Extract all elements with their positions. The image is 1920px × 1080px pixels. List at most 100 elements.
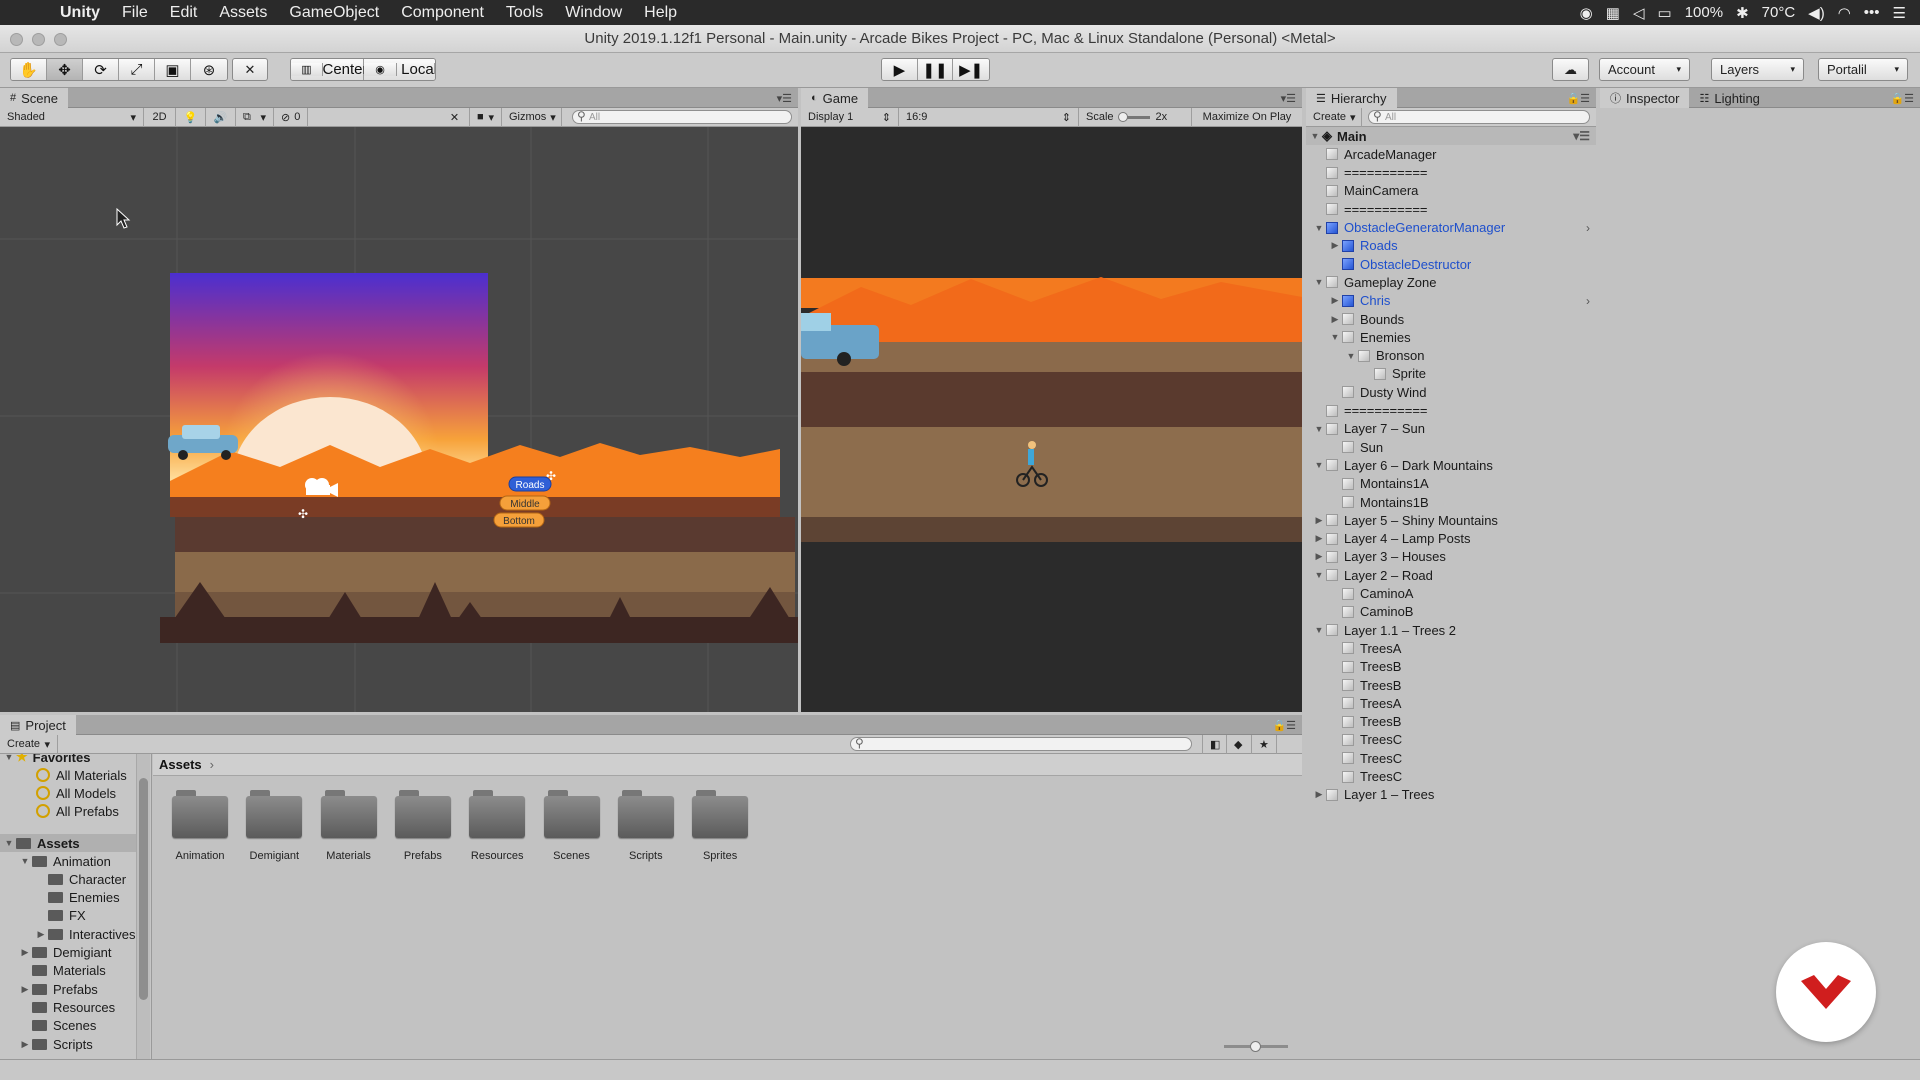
hierarchy-item[interactable]: Sun bbox=[1306, 438, 1596, 456]
expand-arrow-icon[interactable]: ▶ bbox=[1328, 295, 1342, 306]
expand-arrow-icon[interactable]: ▶ bbox=[1328, 314, 1342, 325]
hierarchy-item[interactable]: ▼ Layer 6 – Dark Mountains bbox=[1306, 456, 1596, 474]
more-icon[interactable]: ••• bbox=[1864, 4, 1880, 21]
hierarchy-item[interactable]: CaminoA bbox=[1306, 585, 1596, 603]
project-folder-item[interactable]: Scenes bbox=[18, 1017, 96, 1035]
scene-menu-icon[interactable]: ▾☰ bbox=[1573, 129, 1590, 143]
gizmos-dropdown[interactable]: Gizmos ▾ bbox=[502, 107, 562, 127]
cloud-button[interactable]: ☁ bbox=[1552, 58, 1589, 81]
fan-icon[interactable]: ✱ bbox=[1736, 4, 1749, 22]
hierarchy-item[interactable]: Montains1A bbox=[1306, 475, 1596, 493]
rotate-tool-icon[interactable]: ⟳ bbox=[83, 59, 119, 80]
project-folder-item[interactable]: Resources bbox=[18, 998, 115, 1016]
hierarchy-item[interactable]: ▼ Gameplay Zone bbox=[1306, 273, 1596, 291]
audio-toggle[interactable]: 🔊 bbox=[206, 107, 236, 127]
minimize-window-button[interactable] bbox=[32, 33, 45, 46]
hierarchy-item[interactable]: ▼ Layer 1.1 – Trees 2 bbox=[1306, 621, 1596, 639]
tree-scrollbar-thumb[interactable] bbox=[139, 778, 148, 1000]
hierarchy-item[interactable]: TreesA bbox=[1306, 639, 1596, 657]
airplay-icon[interactable]: ◁ bbox=[1633, 4, 1645, 22]
panel-menu-icon[interactable]: ▾☰ bbox=[1281, 92, 1296, 105]
wifi-icon[interactable]: ◠ bbox=[1838, 4, 1851, 22]
expand-arrow-icon[interactable]: ▶ bbox=[1312, 789, 1326, 800]
asset-folder-label[interactable]: Scripts bbox=[606, 850, 686, 862]
list-icon[interactable]: ☰ bbox=[1893, 4, 1906, 22]
layers-dropdown[interactable]: Layers ▾ bbox=[1711, 58, 1804, 81]
play-icon[interactable]: ▶ bbox=[882, 59, 918, 80]
project-folder-item[interactable]: ▶ Scripts bbox=[18, 1035, 93, 1053]
scale-track[interactable] bbox=[1117, 111, 1150, 122]
open-prefab-chevron-icon[interactable]: › bbox=[1586, 221, 1590, 235]
scene-label-bottom[interactable]: Bottom bbox=[503, 516, 535, 527]
pause-icon[interactable]: ❚❚ bbox=[917, 59, 954, 80]
scale-slider[interactable]: Scale 2x bbox=[1079, 107, 1192, 127]
rect-tool-icon[interactable]: ▣ bbox=[155, 59, 191, 80]
expand-arrow-icon[interactable]: ▶ bbox=[18, 1039, 32, 1050]
hierarchy-item[interactable]: TreesB bbox=[1306, 713, 1596, 731]
asset-folder-icon[interactable] bbox=[172, 790, 228, 838]
scale-thumb[interactable] bbox=[1117, 111, 1128, 122]
expand-arrow-icon[interactable]: ▼ bbox=[1312, 625, 1326, 635]
expand-arrow-icon[interactable]: ▼ bbox=[2, 838, 16, 848]
expand-arrow-icon[interactable]: ▼ bbox=[1312, 570, 1326, 580]
project-search-input[interactable] bbox=[850, 736, 1192, 751]
hierarchy-item[interactable]: ▶ Layer 4 – Lamp Posts bbox=[1306, 530, 1596, 548]
hierarchy-item[interactable]: TreesC bbox=[1306, 749, 1596, 767]
hierarchy-item[interactable]: Sprite bbox=[1306, 365, 1596, 383]
menu-gameobject[interactable]: GameObject bbox=[278, 4, 390, 22]
menu-edit[interactable]: Edit bbox=[159, 4, 209, 22]
shading-mode-dropdown[interactable]: Shaded ▾ bbox=[0, 107, 144, 127]
asset-folder-icon[interactable] bbox=[692, 790, 749, 838]
hierarchy-create-dropdown[interactable]: Create ▾ bbox=[1306, 107, 1362, 127]
expand-arrow-icon[interactable]: ▼ bbox=[1312, 223, 1326, 233]
asset-folder-label[interactable]: Sprites bbox=[680, 850, 760, 862]
pivot-center-button[interactable]: ▥ Center bbox=[291, 59, 368, 80]
hierarchy-item[interactable]: ▼ Layer 7 – Sun bbox=[1306, 420, 1596, 438]
battery-icon[interactable]: ▭ bbox=[1658, 4, 1672, 22]
asset-folder-icon[interactable] bbox=[617, 790, 674, 838]
pivot-local-button[interactable]: ◉ Local bbox=[364, 59, 435, 80]
expand-arrow-icon[interactable]: ▶ bbox=[18, 947, 32, 958]
hierarchy-item[interactable]: ▼ Layer 2 – Road bbox=[1306, 566, 1596, 584]
particle-gizmo-icon[interactable]: ✣ bbox=[298, 507, 308, 521]
volume-icon[interactable]: ◀) bbox=[1808, 4, 1825, 22]
icon-size-slider[interactable] bbox=[1224, 1041, 1288, 1052]
aspect-dropdown[interactable]: 16:9 ⇕ bbox=[899, 107, 1079, 127]
floating-logo-button[interactable] bbox=[1776, 942, 1876, 1042]
effects-dropdown[interactable]: ⧉ ▾ bbox=[236, 107, 274, 127]
hierarchy-item[interactable]: ▶ Bounds bbox=[1306, 310, 1596, 328]
asset-folder-label[interactable]: Animation bbox=[160, 850, 240, 862]
scene-search-input[interactable]: All bbox=[572, 109, 792, 124]
transform-tool-icon[interactable]: ⊛ bbox=[191, 59, 227, 80]
asset-folder-label[interactable]: Scenes bbox=[532, 850, 612, 862]
window-grid-icon[interactable]: ▦ bbox=[1606, 4, 1620, 22]
hierarchy-item[interactable]: TreesB bbox=[1306, 658, 1596, 676]
scene-tools-button[interactable]: ✕ bbox=[440, 107, 470, 127]
hierarchy-item[interactable]: ArcadeManager bbox=[1306, 145, 1596, 163]
panel-menu-icon[interactable]: ▾☰ bbox=[777, 92, 792, 105]
project-folder-item[interactable]: Materials bbox=[18, 962, 106, 980]
asset-folder-icon[interactable] bbox=[246, 790, 303, 838]
project-folder-item[interactable]: ▶ Demigiant bbox=[18, 944, 112, 962]
scene-label-roads[interactable]: Roads bbox=[516, 480, 545, 491]
panel-menu-icon[interactable]: 🔒☰ bbox=[1272, 719, 1296, 732]
project-folder-item[interactable]: ▶ Interactives bbox=[34, 925, 136, 943]
panel-menu-icon[interactable]: 🔒☰ bbox=[1890, 92, 1914, 105]
open-prefab-chevron-icon[interactable]: › bbox=[1586, 294, 1590, 308]
2d-toggle[interactable]: 2D bbox=[144, 107, 176, 127]
scene-viewport[interactable]: ✣ ✣ Roads Middle Bottom bbox=[0, 127, 798, 712]
hierarchy-item[interactable]: CaminoB bbox=[1306, 603, 1596, 621]
asset-folder-label[interactable]: Demigiant bbox=[234, 850, 314, 862]
hierarchy-item[interactable]: ▶ Layer 5 – Shiny Mountains bbox=[1306, 511, 1596, 529]
favorites-button[interactable]: ★ bbox=[1252, 734, 1277, 754]
asset-folder-label[interactable]: Materials bbox=[309, 850, 389, 862]
hierarchy-item[interactable]: =========== bbox=[1306, 402, 1596, 420]
scale-tool-icon[interactable]: ⤢ bbox=[119, 59, 155, 80]
asset-folder-icon[interactable] bbox=[394, 790, 451, 838]
game-viewport[interactable] bbox=[801, 127, 1302, 712]
tab-hierarchy[interactable]: ☰ Hierarchy bbox=[1306, 88, 1397, 108]
asset-folder-label[interactable]: Resources bbox=[457, 850, 537, 862]
expand-arrow-icon[interactable]: ▶ bbox=[18, 984, 32, 995]
expand-arrow-icon[interactable]: ▶ bbox=[1312, 533, 1326, 544]
hierarchy-item[interactable]: ▶ Chris › bbox=[1306, 292, 1596, 310]
